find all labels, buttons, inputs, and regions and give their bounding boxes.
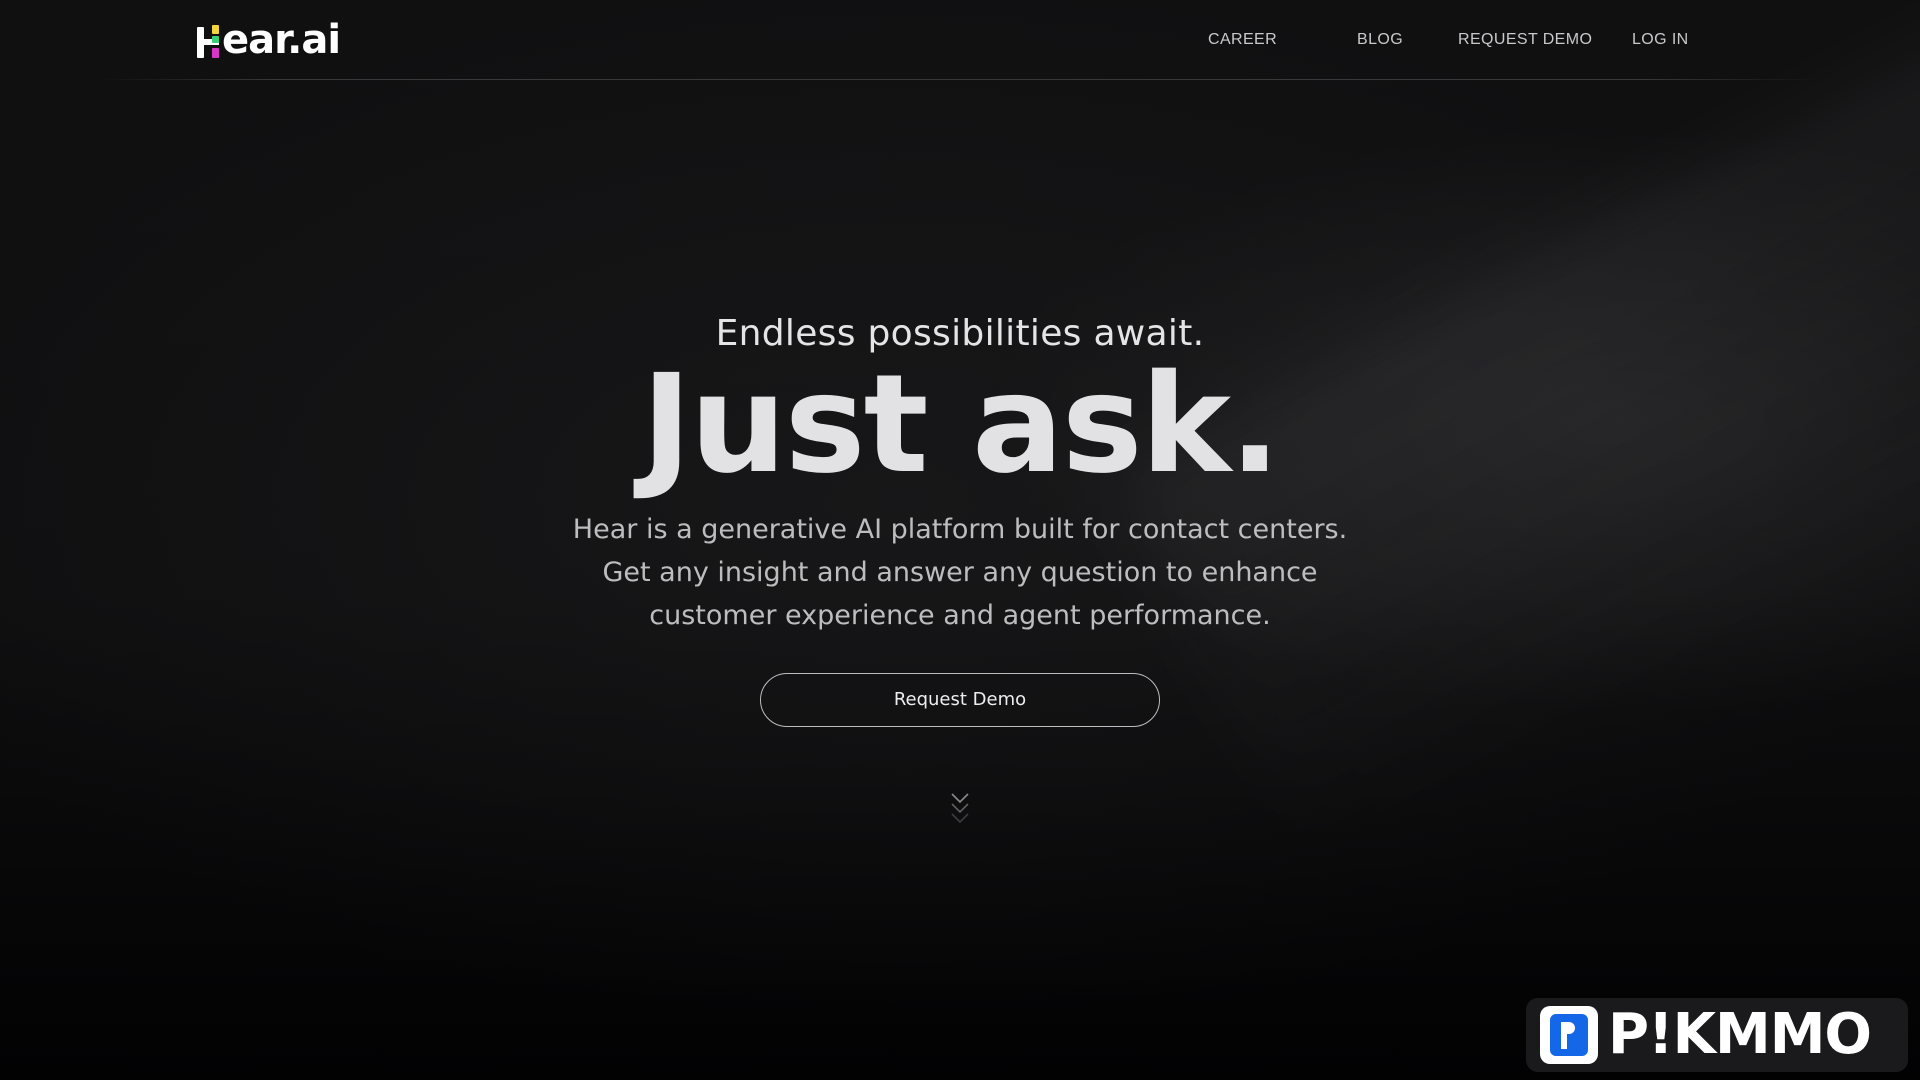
page: ear.ai CAREER BLOG REQUEST DEMO LOG IN E… <box>0 0 1920 1080</box>
pikmmo-watermark: P!KMMO <box>1526 998 1908 1072</box>
nav-request-demo-link[interactable]: REQUEST DEMO <box>1458 28 1592 52</box>
hero-description: Hear is a generative AI platform built f… <box>572 514 1348 631</box>
pikmmo-p-icon <box>1540 1006 1598 1064</box>
chevron-down-triple-icon[interactable] <box>950 790 970 830</box>
hero-headline: Just ask. <box>641 346 1281 504</box>
hear-logo-icon <box>197 22 221 58</box>
request-demo-button[interactable]: Request Demo <box>760 673 1160 727</box>
site-header: ear.ai CAREER BLOG REQUEST DEMO LOG IN <box>0 0 1920 80</box>
nav-blog-link[interactable]: BLOG <box>1357 28 1403 52</box>
nav-career-link[interactable]: CAREER <box>1208 28 1277 52</box>
watermark-text: P!KMMO <box>1608 1002 1872 1067</box>
logo-wordmark: ear.ai <box>222 17 341 63</box>
header-divider <box>100 79 1820 80</box>
nav-login-link[interactable]: LOG IN <box>1632 28 1689 52</box>
logo-link[interactable]: ear.ai <box>197 17 341 63</box>
